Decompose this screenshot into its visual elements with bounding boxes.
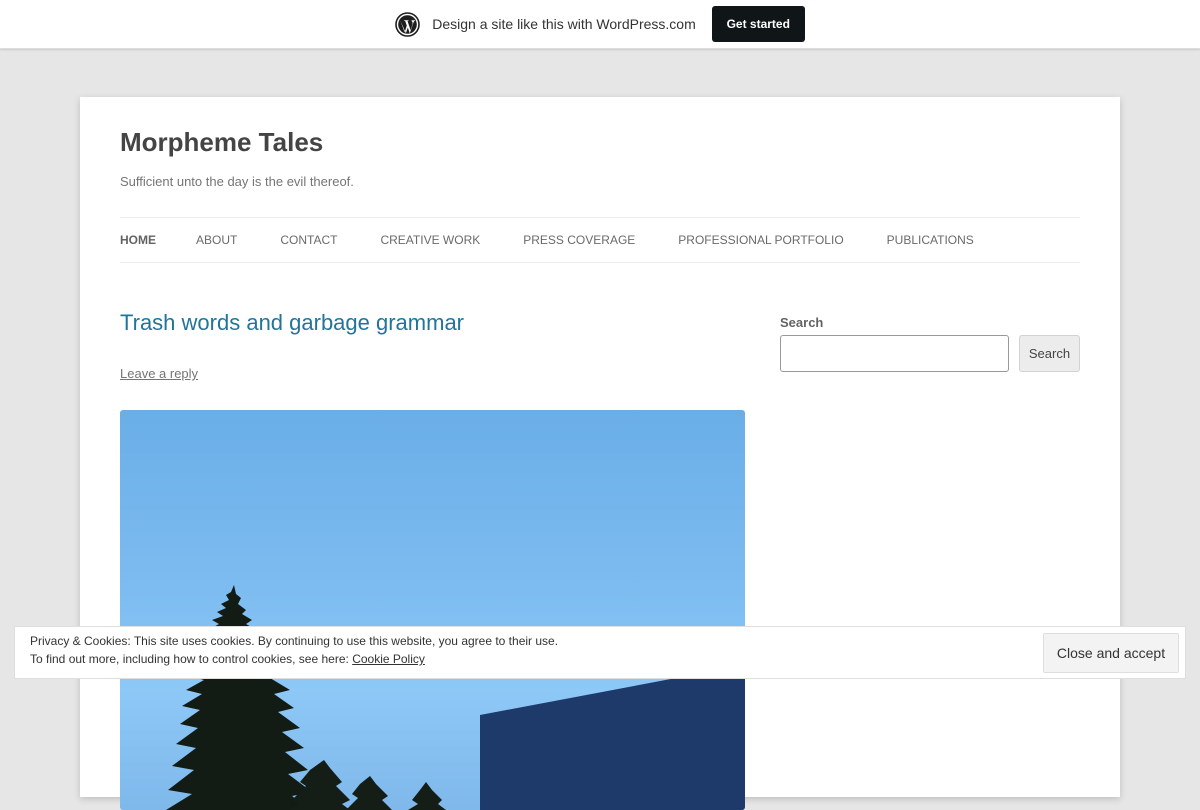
site-title[interactable]: Morpheme Tales <box>120 127 323 158</box>
cookie-notice-prefix: To find out more, including how to contr… <box>30 652 353 666</box>
search-widget-title: Search <box>780 315 824 330</box>
nav-item-professional-portfolio[interactable]: PROFESSIONAL PORTFOLIO <box>678 233 843 247</box>
wordpress-promo-bar: Design a site like this with WordPress.c… <box>0 0 1200 49</box>
cookie-banner: Privacy & Cookies: This site uses cookie… <box>14 626 1186 679</box>
nav-item-about[interactable]: ABOUT <box>196 233 237 247</box>
tree-silhouette-graphic <box>166 585 745 810</box>
nav-item-publications[interactable]: PUBLICATIONS <box>887 233 974 247</box>
leave-reply-link[interactable]: Leave a reply <box>120 366 198 381</box>
search-input[interactable] <box>780 335 1009 372</box>
nav-item-home[interactable]: HOME <box>120 233 156 247</box>
wordpress-logo-icon[interactable] <box>395 11 421 37</box>
cookie-policy-link[interactable]: Cookie Policy <box>352 652 425 666</box>
nav-item-press-coverage[interactable]: PRESS COVERAGE <box>523 233 635 247</box>
promo-text: Design a site like this with WordPress.c… <box>432 16 696 32</box>
post-title[interactable]: Trash words and garbage grammar <box>120 310 464 336</box>
close-and-accept-button[interactable]: Close and accept <box>1043 633 1179 673</box>
nav-item-creative-work[interactable]: CREATIVE WORK <box>380 233 480 247</box>
site-container: Morpheme Tales Sufficient unto the day i… <box>80 97 1120 810</box>
site-description: Sufficient unto the day is the evil ther… <box>120 174 354 189</box>
cookie-notice-more: To find out more, including how to contr… <box>30 652 425 666</box>
nav-item-contact[interactable]: CONTACT <box>280 233 337 247</box>
search-button[interactable]: Search <box>1019 335 1080 372</box>
main-navigation: HOME ABOUT CONTACT CREATIVE WORK PRESS C… <box>120 217 1080 263</box>
get-started-button[interactable]: Get started <box>711 6 805 42</box>
post-featured-image[interactable] <box>120 410 745 810</box>
cookie-notice-text: Privacy & Cookies: This site uses cookie… <box>30 634 559 648</box>
